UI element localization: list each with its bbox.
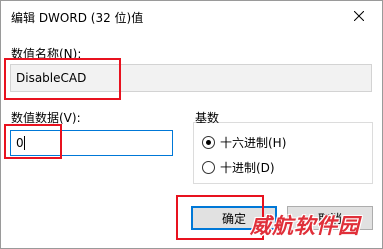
radio-hexadecimal-circle[interactable] bbox=[202, 135, 215, 149]
radio-decimal-label: 十进制(D) bbox=[220, 160, 275, 175]
radio-decimal[interactable]: 十进制(D) bbox=[202, 159, 275, 175]
radio-hexadecimal[interactable]: 十六进制(H) bbox=[202, 134, 286, 150]
close-icon bbox=[354, 11, 364, 21]
radio-hexadecimal-label: 十六进制(H) bbox=[220, 135, 287, 150]
radio-decimal-circle[interactable] bbox=[202, 160, 215, 174]
base-group-label: 基数 bbox=[195, 111, 220, 125]
highlight-value-name bbox=[4, 58, 121, 100]
highlight-value-data bbox=[4, 124, 62, 159]
title-bar: 编辑 DWORD (32 位)值 bbox=[1, 1, 382, 31]
close-button[interactable] bbox=[336, 1, 382, 31]
watermark-text: 威航软件园 bbox=[250, 214, 360, 238]
dialog-title: 编辑 DWORD (32 位)值 bbox=[11, 11, 144, 25]
